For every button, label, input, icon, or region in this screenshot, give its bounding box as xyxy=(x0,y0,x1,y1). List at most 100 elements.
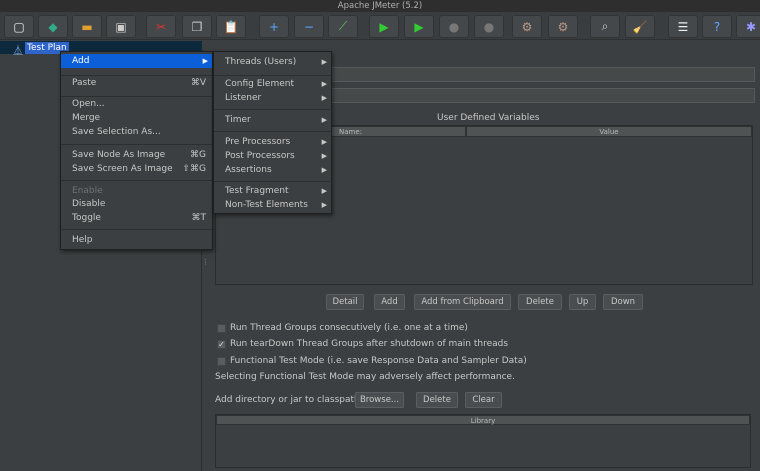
udv-col-value[interactable]: Value xyxy=(466,126,752,137)
classpath-label: Add directory or jar to classpath xyxy=(215,395,360,405)
reset-search-button[interactable]: 🧹 xyxy=(625,15,655,38)
clear-all-button[interactable]: ⚙ xyxy=(548,15,578,38)
shutdown-button[interactable]: ● xyxy=(474,15,504,38)
function-helper-button[interactable]: ☰ xyxy=(668,15,698,38)
menu-label: Config Element xyxy=(225,79,294,89)
cut-icon: ✂ xyxy=(155,19,167,34)
expand-icon: + xyxy=(268,19,280,34)
teardown-checkbox[interactable]: ✓ xyxy=(217,340,226,349)
menu-item-help[interactable]: Help xyxy=(61,233,212,247)
context-menu: Add ▶ Paste ⌘V Open... Merge Save Selectio… xyxy=(60,51,213,250)
menu-label: Add xyxy=(72,56,90,66)
menu-item-disable[interactable]: Disable xyxy=(61,197,212,211)
copy-button[interactable]: ❐ xyxy=(182,15,212,38)
menu-label: Save Selection As... xyxy=(72,127,161,137)
submenu-timer[interactable]: Timer ▶ xyxy=(214,113,331,127)
templates-button[interactable]: ◆ xyxy=(38,15,68,38)
paste-icon: 📋 xyxy=(223,19,239,34)
detail-button[interactable]: Detail xyxy=(326,294,364,310)
function-helper-icon: ☰ xyxy=(677,19,689,34)
add-from-clipboard-button[interactable]: Add from Clipboard xyxy=(414,294,511,310)
menu-label: Disable xyxy=(72,199,106,209)
menu-label: Merge xyxy=(72,113,101,123)
functional-warning: Selecting Functional Test Mode may adver… xyxy=(215,372,515,382)
cut-button[interactable]: ✂ xyxy=(146,15,176,38)
shortcut: ⌘T xyxy=(191,213,207,223)
add-submenu: Threads (Users) ▶ Config Element ▶ Listene… xyxy=(213,51,332,214)
clear-all-icon: ⚙ xyxy=(557,19,569,34)
submenu-non-test-elements[interactable]: Non-Test Elements ▶ xyxy=(214,198,331,212)
search-icon: ⌕ xyxy=(601,19,609,33)
title-bar: Apache JMeter (5.2) xyxy=(0,0,760,12)
submenu-listener[interactable]: Listener ▶ xyxy=(214,91,331,105)
help-icon: ? xyxy=(713,19,721,34)
library-col[interactable]: Library xyxy=(216,415,750,425)
help-button[interactable]: ? xyxy=(702,15,732,38)
submenu-pre-processors[interactable]: Pre Processors ▶ xyxy=(214,135,331,149)
classpath-delete-button[interactable]: Delete xyxy=(416,392,458,408)
menu-item-save-selection[interactable]: Save Selection As... xyxy=(61,125,212,139)
menu-item-toggle[interactable]: Toggle ⌘T xyxy=(61,211,212,225)
divider xyxy=(61,144,212,145)
menu-label: Threads (Users) xyxy=(225,57,297,67)
templates-icon: ◆ xyxy=(48,19,58,34)
delete-button[interactable]: Delete xyxy=(518,294,562,310)
open-button[interactable]: ▬ xyxy=(72,15,102,38)
menu-label: Non-Test Elements xyxy=(225,200,308,210)
remote-button[interactable]: ✱ xyxy=(736,15,760,38)
paste-button[interactable]: 📋 xyxy=(216,15,246,38)
collapse-button[interactable]: − xyxy=(294,15,324,38)
divider xyxy=(61,229,212,230)
submenu-arrow-icon: ▶ xyxy=(321,152,327,160)
start-no-pauses-button[interactable]: ▶ xyxy=(404,15,434,38)
submenu-threads[interactable]: Threads (Users) ▶ xyxy=(214,55,331,69)
menu-item-open[interactable]: Open... xyxy=(61,97,212,111)
clear-icon: ⚙ xyxy=(521,19,533,34)
submenu-assertions[interactable]: Assertions ▶ xyxy=(214,163,331,177)
search-button[interactable]: ⌕ xyxy=(590,15,620,38)
menu-item-save-node-image[interactable]: Save Node As Image ⌘G xyxy=(61,148,212,162)
stop-button[interactable]: ● xyxy=(439,15,469,38)
menu-label: Enable xyxy=(72,186,103,196)
submenu-arrow-icon: ▶ xyxy=(321,166,327,174)
divider xyxy=(61,180,212,181)
menu-label: Open... xyxy=(72,99,105,109)
save-icon: ▣ xyxy=(115,19,127,34)
menu-item-save-screen-image[interactable]: Save Screen As Image ⇧⌘G xyxy=(61,162,212,176)
functional-mode-checkbox[interactable] xyxy=(217,357,226,366)
window-title: Apache JMeter (5.2) xyxy=(337,1,423,11)
up-button[interactable]: Up xyxy=(569,294,596,310)
menu-item-paste[interactable]: Paste ⌘V xyxy=(61,76,212,90)
reset-search-icon: 🧹 xyxy=(632,19,648,34)
menu-label: Help xyxy=(72,235,93,245)
submenu-config-element[interactable]: Config Element ▶ xyxy=(214,77,331,91)
divider xyxy=(214,131,331,132)
save-button[interactable]: ▣ xyxy=(106,15,136,38)
browse-button[interactable]: Browse... xyxy=(355,392,404,408)
submenu-post-processors[interactable]: Post Processors ▶ xyxy=(214,149,331,163)
splitter-handle[interactable]: ⋮ xyxy=(202,258,209,266)
toggle-button[interactable]: ⟋ xyxy=(328,15,358,38)
start-button[interactable]: ▶ xyxy=(369,15,399,38)
consecutive-label: Run Thread Groups consecutively (i.e. on… xyxy=(230,323,468,333)
add-button[interactable]: Add xyxy=(374,294,405,310)
submenu-arrow-icon: ▶ xyxy=(321,187,327,195)
menu-label: Paste xyxy=(72,78,97,88)
clear-button[interactable]: Clear xyxy=(465,392,502,408)
consecutive-checkbox[interactable] xyxy=(217,324,226,333)
menu-label: Pre Processors xyxy=(225,137,291,147)
new-button[interactable]: ▢ xyxy=(4,15,34,38)
udv-title: User Defined Variables xyxy=(437,113,540,123)
submenu-test-fragment[interactable]: Test Fragment ▶ xyxy=(214,184,331,198)
menu-item-add[interactable]: Add ▶ xyxy=(61,54,212,68)
open-icon: ▬ xyxy=(81,19,93,34)
expand-button[interactable]: + xyxy=(259,15,289,38)
clear-button[interactable]: ⚙ xyxy=(512,15,542,38)
down-button[interactable]: Down xyxy=(603,294,643,310)
divider xyxy=(214,109,331,110)
toolbar: ▢ ◆ ▬ ▣ ✂ ❐ 📋 + − ⟋ ▶ ▶ ● ● ⚙ ⚙ ⌕ 🧹 ☰? ✱ xyxy=(0,12,760,40)
menu-item-merge[interactable]: Merge xyxy=(61,111,212,125)
collapse-icon: − xyxy=(303,19,315,34)
divider xyxy=(214,75,331,76)
shortcut: ⌘V xyxy=(190,78,206,88)
